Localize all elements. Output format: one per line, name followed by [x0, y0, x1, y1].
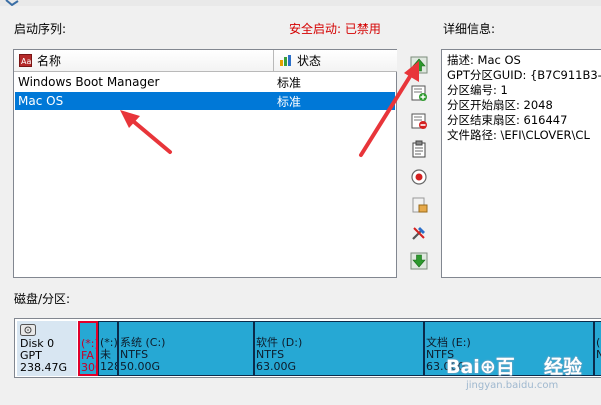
- repair-icon: [412, 227, 425, 240]
- details-label: 详细信息:: [443, 22, 496, 36]
- add-entry-icon: [411, 85, 427, 101]
- move-down-button[interactable]: [408, 250, 430, 272]
- partition-size: 50.00G: [120, 360, 161, 373]
- partition-msr[interactable]: (*:) 未 128: [98, 321, 118, 376]
- edit-entry-icon: [412, 140, 426, 158]
- detail-file-path: 文件路径: \EFI\CLOVER\CL: [447, 128, 590, 142]
- details-panel[interactable]: 描述: Mac OS GPT分区GUID: {B7C911B3-0 分区编号: …: [441, 49, 601, 278]
- partition-size: 63.00G: [256, 360, 297, 373]
- watermark-url: jingyan.baidu.com: [466, 380, 559, 391]
- boot-entry-name: Mac OS: [18, 94, 64, 108]
- baidu-watermark: Bai⊕百 经验 jingyan.baidu.com: [444, 344, 601, 404]
- state-column-icon: [280, 55, 291, 66]
- delete-entry-icon: [411, 113, 427, 129]
- boot-order-label: 启动序列:: [14, 22, 67, 36]
- set-default-icon: [411, 169, 427, 185]
- svg-text:Aa: Aa: [21, 57, 31, 66]
- detail-end-sector: 分区结束扇区: 616447: [447, 113, 568, 127]
- disk-size: 238.47G: [20, 361, 68, 374]
- column-header-name-label: 名称: [37, 54, 62, 68]
- repair-button[interactable]: [408, 222, 430, 244]
- boot-entry-row-selected[interactable]: Mac OS 标准: [15, 92, 395, 110]
- detail-start-sector: 分区开始扇区: 2048: [447, 98, 553, 112]
- detail-gpt-guid: GPT分区GUID: {B7C911B3-0: [447, 68, 601, 82]
- watermark-product: 经验: [544, 356, 583, 378]
- watermark-brand: Bai⊕百: [446, 356, 515, 378]
- partition-efi[interactable]: (*:) FA 300: [78, 321, 98, 376]
- boot-entry-state: 标准: [277, 94, 302, 109]
- column-header-state[interactable]: 状态: [274, 50, 397, 72]
- boot-toolbar: [408, 54, 432, 276]
- edit-entry-button[interactable]: [408, 138, 430, 160]
- name-column-icon: Aa: [19, 54, 32, 67]
- move-up-icon: [410, 56, 428, 74]
- delete-entry-button[interactable]: [408, 110, 430, 132]
- partition-d[interactable]: 软件 (D:) NTFS 63.00G: [254, 321, 424, 376]
- move-up-button[interactable]: [408, 54, 430, 76]
- set-default-button[interactable]: [408, 166, 430, 188]
- partition-size: 300: [81, 361, 96, 374]
- boot-entry-name: Windows Boot Manager: [18, 75, 160, 89]
- disk-summary[interactable]: Disk 0 GPT 238.47G: [17, 321, 77, 376]
- detail-partition-number: 分区编号: 1: [447, 83, 508, 97]
- move-down-icon: [410, 252, 428, 270]
- add-entry-button[interactable]: [408, 82, 430, 104]
- window-top-strip: [0, 0, 601, 6]
- export-button[interactable]: [408, 194, 430, 216]
- column-header-name[interactable]: Aa 名称: [14, 50, 274, 72]
- partition-size: 128: [100, 360, 117, 373]
- hard-disk-icon: [20, 324, 36, 336]
- disk-partition-label: 磁盘/分区:: [14, 292, 71, 306]
- app-logo-icon: [5, 0, 19, 6]
- export-icon: [412, 197, 428, 213]
- detail-description: 描述: Mac OS: [447, 53, 521, 67]
- boot-entry-state: 标准: [277, 75, 302, 90]
- secure-boot-status: 安全启动: 已禁用: [289, 22, 381, 36]
- boot-entry-row[interactable]: Windows Boot Manager 标准: [15, 73, 395, 91]
- partition-c[interactable]: 系统 (C:) NTFS 50.00G: [118, 321, 254, 376]
- boot-entry-list[interactable]: Aa 名称 状态 Windows Boot Manager 标准 Mac OS …: [13, 49, 397, 278]
- column-header-state-label: 状态: [297, 54, 322, 68]
